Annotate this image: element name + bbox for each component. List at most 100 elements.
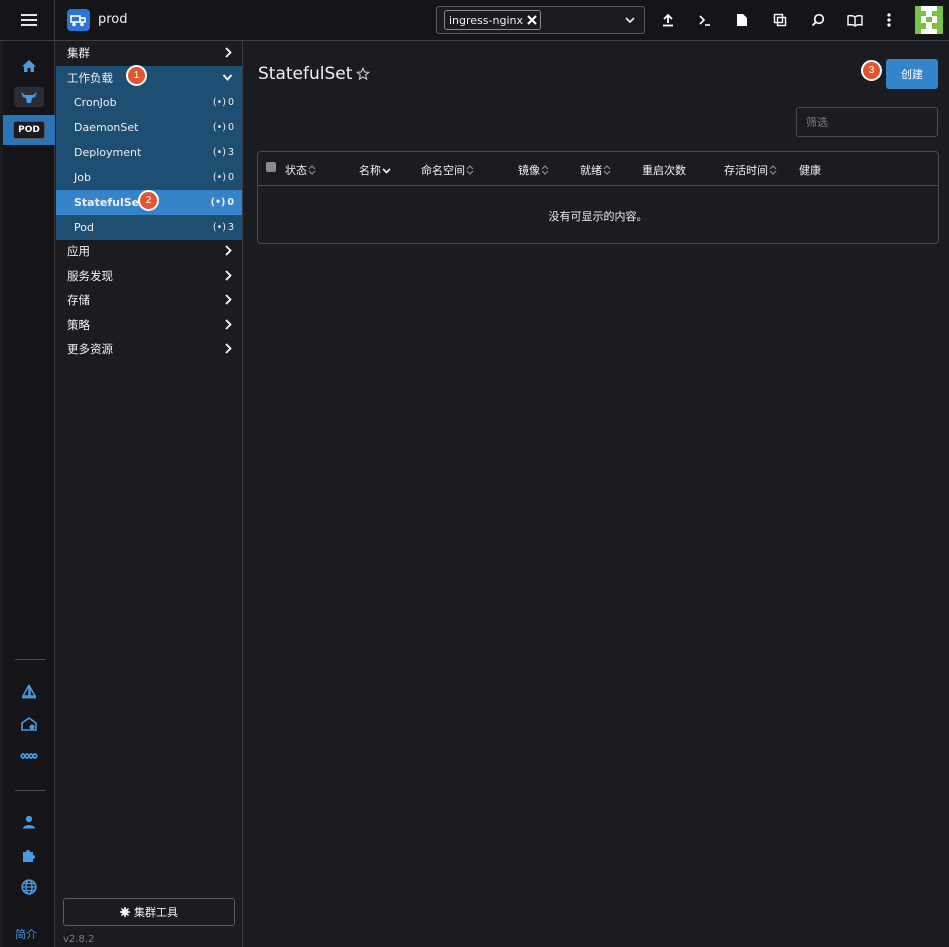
resource-count: (•) 0	[212, 97, 234, 108]
left-icon-rail: POD 简介	[3, 41, 55, 947]
nav-group-policy[interactable]: 策略	[56, 313, 242, 337]
column-header-age[interactable]: 存活时间	[724, 162, 777, 178]
rail-cluster-button[interactable]	[3, 82, 55, 112]
column-header-health[interactable]: 健康	[799, 162, 821, 178]
namespaced-icon: (•)	[212, 222, 226, 233]
resource-count: (•) 0	[210, 197, 234, 208]
puzzle-icon	[23, 850, 35, 862]
namespace-chip: ingress-nginx	[444, 10, 541, 30]
docs-button[interactable]	[844, 9, 866, 31]
import-yaml-button[interactable]	[657, 9, 679, 31]
column-header-restarts[interactable]: 重启次数	[642, 162, 686, 178]
nav-group-label: 应用	[67, 244, 90, 258]
rail-users-button[interactable]	[3, 807, 55, 837]
namespace-filter-select[interactable]: ingress-nginx	[436, 6, 645, 34]
file-icon	[737, 14, 747, 26]
rail-extensions-button[interactable]	[3, 840, 55, 870]
hamburger-icon	[20, 14, 37, 26]
nav-item-job[interactable]: Job (•) 0	[56, 165, 242, 190]
column-header-ready[interactable]: 就绪	[580, 162, 611, 178]
step-badge: 1	[126, 65, 147, 86]
resource-search-button[interactable]	[807, 9, 829, 31]
copy-kubeconfig-button[interactable]	[769, 9, 791, 31]
create-button[interactable]: 创建	[886, 59, 938, 89]
more-actions-button[interactable]	[878, 9, 900, 31]
rail-divider	[15, 659, 45, 660]
nav-group-more-resources[interactable]: 更多资源	[56, 337, 242, 361]
nav-group-label: 存储	[67, 293, 90, 307]
column-header-state[interactable]: 状态	[285, 162, 316, 178]
resource-table: 状态 名称 命名空间 镜像 就绪 重启次数 存活时间 健康 没有可显示的内容。	[257, 151, 939, 244]
globe-icon	[21, 879, 37, 895]
nav-group-storage[interactable]: 存储	[56, 288, 242, 312]
house-cloud-icon	[21, 717, 37, 731]
filter-input[interactable]	[796, 107, 938, 137]
rail-rancher-button[interactable]	[3, 741, 55, 771]
book-icon	[847, 14, 863, 27]
star-icon[interactable]	[356, 67, 371, 81]
nav-item-cronjob[interactable]: CronJob (•) 0	[56, 90, 242, 115]
nav-group-service-discovery[interactable]: 服务发现	[56, 264, 242, 288]
more-vertical-icon	[887, 13, 891, 27]
page-title: StatefulSet	[258, 64, 371, 84]
rail-home-button[interactable]	[3, 51, 55, 81]
rail-pod-button[interactable]: POD	[3, 115, 55, 145]
namespaced-icon: (•)	[212, 97, 226, 108]
menu-toggle-button[interactable]	[3, 0, 55, 40]
download-kubeconfig-button[interactable]	[731, 9, 753, 31]
nav-group-label: 策略	[67, 318, 90, 332]
chevron-down-icon	[625, 17, 635, 24]
upload-icon	[663, 13, 673, 27]
rail-virtualization-button[interactable]	[3, 709, 55, 739]
sort-icon	[308, 165, 316, 175]
user-avatar[interactable]	[915, 6, 943, 34]
nav-item-daemonset[interactable]: DaemonSet (•) 0	[56, 115, 242, 140]
nav-group-cluster[interactable]: 集群	[56, 41, 242, 65]
terminal-icon	[699, 15, 710, 26]
nav-group-label: 更多资源	[67, 342, 113, 356]
cluster-tools-button[interactable]: 集群工具	[63, 898, 235, 926]
nav-item-pod[interactable]: Pod (•) 3	[56, 215, 242, 240]
namespaced-icon: (•)	[212, 147, 226, 158]
rail-fleet-button[interactable]	[3, 677, 55, 707]
chevron-right-icon	[225, 47, 232, 58]
kubectl-shell-button[interactable]	[694, 9, 716, 31]
sort-icon	[541, 165, 549, 175]
chevron-right-icon	[225, 245, 232, 256]
nav-group-label: 集群	[67, 46, 90, 60]
chevron-down-icon	[222, 74, 233, 81]
page-title-text: StatefulSet	[258, 64, 353, 84]
nav-group-label: 服务发现	[67, 269, 113, 283]
cluster-name[interactable]: prod	[98, 12, 128, 27]
sort-icon	[466, 165, 474, 175]
step-badge: 2	[138, 190, 159, 211]
resource-count: (•) 3	[212, 222, 234, 233]
namespaced-icon: (•)	[212, 122, 226, 133]
column-header-name[interactable]: 名称	[359, 162, 391, 178]
nav-group-apps[interactable]: 应用	[56, 239, 242, 263]
column-header-image[interactable]: 镜像	[518, 162, 549, 178]
namespace-chip-label: ingress-nginx	[449, 13, 523, 27]
chevron-right-icon	[225, 270, 232, 281]
cluster-logo-icon[interactable]	[67, 9, 90, 31]
rail-global-settings-button[interactable]	[3, 872, 55, 902]
select-all-checkbox[interactable]	[266, 162, 276, 172]
sailboat-icon	[21, 684, 37, 699]
nav-item-label: Deployment	[74, 146, 142, 159]
close-icon[interactable]	[527, 15, 537, 25]
nav-item-label: CronJob	[74, 96, 117, 109]
namespaced-icon: (•)	[212, 172, 226, 183]
column-header-namespace[interactable]: 命名空间	[421, 162, 474, 178]
empty-table-message: 没有可显示的内容。	[548, 210, 648, 223]
nav-group-label: 工作负载	[67, 71, 113, 85]
cluster-tools-label: 集群工具	[134, 906, 178, 919]
resource-count: (•) 3	[212, 147, 234, 158]
about-link[interactable]: 简介	[15, 926, 37, 942]
nav-group-workloads[interactable]: 工作负载	[56, 66, 242, 90]
nav-item-label: Job	[74, 171, 91, 184]
home-icon	[22, 60, 36, 72]
nav-item-deployment[interactable]: Deployment (•) 3	[56, 140, 242, 165]
nav-item-label: Pod	[74, 221, 94, 234]
user-icon	[23, 815, 35, 829]
copy-icon	[773, 13, 787, 27]
